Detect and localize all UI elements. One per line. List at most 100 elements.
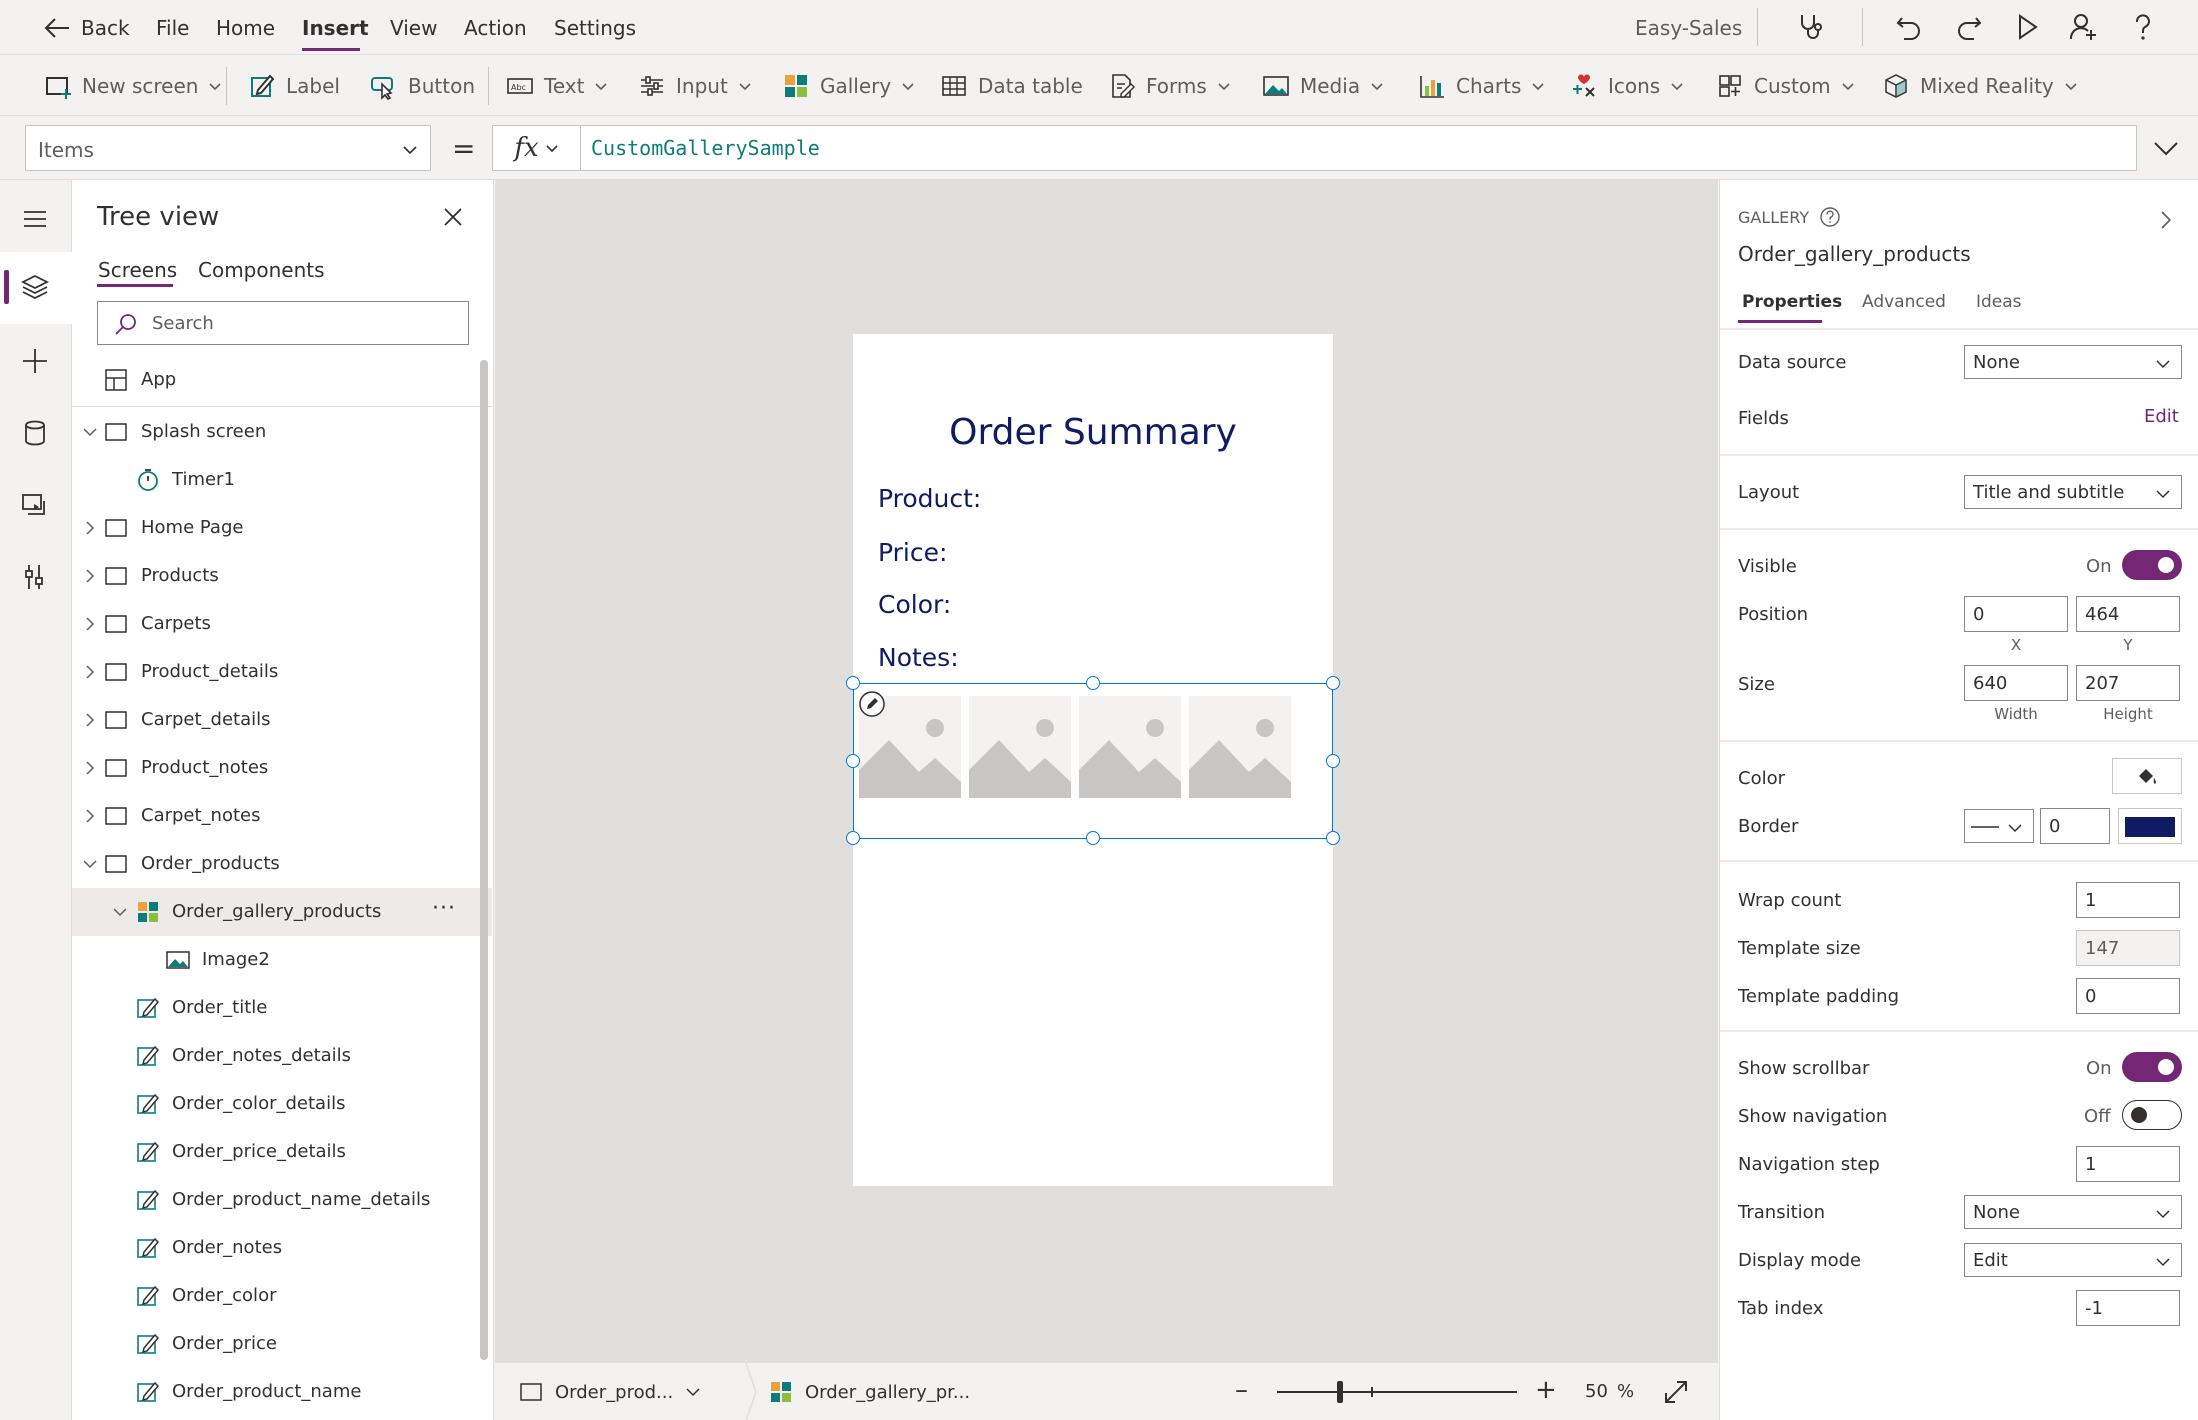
tree-item-image2[interactable]: Image2 (72, 936, 492, 984)
button-button[interactable]: Button (370, 55, 475, 117)
resize-handle[interactable] (1086, 831, 1100, 845)
fx-button[interactable]: fx (493, 126, 581, 170)
screen-breadcrumb[interactable]: Order_prod... (519, 1363, 701, 1420)
display-mode-dropdown[interactable]: Edit (1964, 1243, 2182, 1277)
forms-button[interactable]: Forms (1108, 55, 1231, 117)
resize-handle[interactable] (1326, 754, 1340, 768)
tab-ideas[interactable]: Ideas (1976, 292, 2022, 312)
fit-to-window-icon[interactable] (1663, 1379, 1689, 1405)
hamburger-menu-icon[interactable] (20, 204, 50, 234)
wrap-count-input[interactable]: 1 (2076, 882, 2180, 918)
order-summary-title[interactable]: Order Summary (853, 412, 1333, 453)
layers-tree-view-icon[interactable] (20, 272, 50, 302)
size-width-input[interactable]: 640 (1964, 665, 2068, 701)
mixed-reality-button[interactable]: Mixed Reality (1882, 55, 2078, 117)
tree-item-order-title[interactable]: Order_title (72, 984, 492, 1032)
tree-item-order-color-details[interactable]: Order_color_details (72, 1080, 492, 1128)
product-label[interactable]: Product: (878, 484, 981, 513)
transition-dropdown[interactable]: None (1964, 1195, 2182, 1229)
color-picker-button[interactable] (2112, 758, 2182, 794)
share-user-icon[interactable] (2068, 12, 2098, 42)
undo-icon[interactable] (1894, 12, 1924, 42)
more-options-button[interactable]: ··· (432, 896, 456, 921)
app-checker-stethoscope-icon[interactable] (1796, 12, 1826, 42)
new-screen-button[interactable]: New screen (44, 55, 222, 117)
back-button[interactable]: Back (44, 16, 130, 40)
chevron-right-icon[interactable] (82, 568, 98, 584)
gallery-image-placeholder[interactable] (1079, 696, 1181, 798)
tree-item-carpets[interactable]: Carpets (72, 600, 492, 648)
resize-handle[interactable] (1326, 831, 1340, 845)
data-cylinder-icon[interactable] (20, 418, 50, 448)
chevron-right-icon[interactable] (2156, 210, 2176, 230)
tree-item-order-product-name[interactable]: Order_product_name (72, 1368, 492, 1416)
navigation-step-input[interactable]: 1 (2076, 1146, 2180, 1182)
gallery-image-placeholder[interactable] (1189, 696, 1291, 798)
price-label[interactable]: Price: (878, 538, 947, 567)
formula-text[interactable]: CustomGallerySample (591, 136, 820, 160)
advanced-tools-icon[interactable] (20, 562, 50, 592)
resize-handle[interactable] (846, 676, 860, 690)
tab-components[interactable]: Components (198, 258, 325, 282)
template-padding-input[interactable]: 0 (2076, 978, 2180, 1014)
resize-handle[interactable] (1326, 676, 1340, 690)
tree-item-product-notes[interactable]: Product_notes (72, 744, 492, 792)
tree-item-order-price[interactable]: Order_price (72, 1320, 492, 1368)
property-dropdown[interactable]: Items (25, 125, 431, 171)
tab-screens[interactable]: Screens (98, 258, 177, 282)
control-breadcrumb[interactable]: Order_gallery_pr... (743, 1363, 970, 1420)
gallery-image-placeholder[interactable] (969, 696, 1071, 798)
resize-handle[interactable] (846, 754, 860, 768)
charts-button[interactable]: Charts (1418, 55, 1545, 117)
tree-scrollbar[interactable] (480, 360, 488, 1360)
media-library-icon[interactable] (20, 490, 50, 520)
chevron-right-icon[interactable] (82, 664, 98, 680)
tree-item-order-color[interactable]: Order_color (72, 1272, 492, 1320)
menu-file[interactable]: File (156, 16, 189, 40)
close-icon[interactable] (442, 206, 464, 228)
tree-item-order-products[interactable]: Order_products (72, 840, 492, 888)
tree-item-home-page[interactable]: Home Page (72, 504, 492, 552)
position-y-input[interactable]: 464 (2076, 596, 2180, 632)
chevron-down-icon[interactable] (82, 856, 98, 872)
tree-item-order-notes-details[interactable]: Order_notes_details (72, 1032, 492, 1080)
tab-properties[interactable]: Properties (1742, 292, 1842, 312)
chevron-right-icon[interactable] (82, 616, 98, 632)
play-preview-icon[interactable] (2012, 12, 2042, 42)
zoom-value[interactable]: 50 (1585, 1381, 1608, 1402)
chevron-right-icon[interactable] (82, 808, 98, 824)
order-gallery-selection[interactable] (846, 676, 1340, 845)
media-button[interactable]: Media (1262, 55, 1384, 117)
tab-index-input[interactable]: -1 (2076, 1290, 2180, 1326)
tree-item-carpet-details[interactable]: Carpet_details (72, 696, 492, 744)
tree-item-app[interactable]: App (72, 356, 492, 404)
template-size-input[interactable]: 147 (2076, 930, 2180, 966)
input-button[interactable]: Input (638, 55, 752, 117)
zoom-in-button[interactable]: + (1535, 1375, 1557, 1405)
text-button[interactable]: Abc Text (506, 55, 608, 117)
show-navigation-toggle[interactable] (2122, 1100, 2182, 1130)
show-scrollbar-toggle[interactable] (2122, 1052, 2182, 1082)
data-source-dropdown[interactable]: None (1964, 345, 2182, 379)
insert-plus-icon[interactable] (20, 346, 50, 376)
data-table-button[interactable]: Data table (940, 55, 1083, 117)
chevron-right-icon[interactable] (82, 520, 98, 536)
zoom-slider-track[interactable] (1277, 1391, 1517, 1393)
resize-handle[interactable] (846, 831, 860, 845)
edit-gallery-pencil-icon[interactable] (858, 690, 886, 718)
gallery-button[interactable]: Gallery (782, 55, 915, 117)
menu-action[interactable]: Action (464, 16, 527, 40)
color-label[interactable]: Color: (878, 590, 951, 619)
redo-icon[interactable] (1954, 12, 1984, 42)
tree-item-carpet-notes[interactable]: Carpet_notes (72, 792, 492, 840)
help-question-icon[interactable] (2128, 12, 2158, 42)
app-screen-preview[interactable]: Order Summary Product: Price: Color: Not… (846, 334, 1340, 1186)
tree-item-order-notes[interactable]: Order_notes (72, 1224, 492, 1272)
tree-item-order-price-details[interactable]: Order_price_details (72, 1128, 492, 1176)
menu-settings[interactable]: Settings (554, 16, 636, 40)
size-height-input[interactable]: 207 (2076, 665, 2180, 701)
tree-item-order-product-name-details[interactable]: Order_product_name_details (72, 1176, 492, 1224)
tree-item-product-details[interactable]: Product_details (72, 648, 492, 696)
control-name[interactable]: Order_gallery_products (1738, 242, 1971, 266)
zoom-slider-thumb[interactable] (1337, 1381, 1343, 1403)
